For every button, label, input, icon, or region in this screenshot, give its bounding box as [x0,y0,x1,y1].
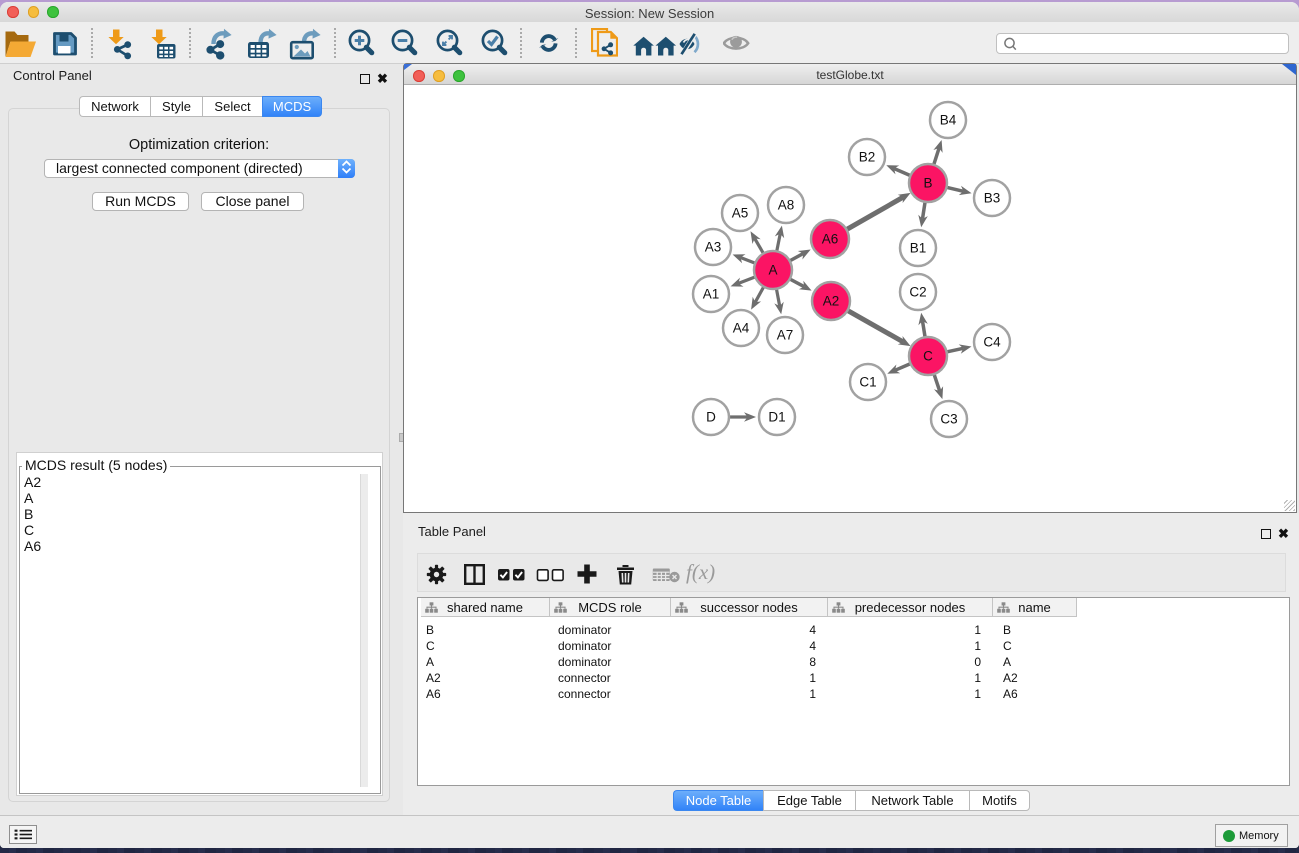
svg-text:A2: A2 [823,294,840,309]
svg-text:C: C [923,349,933,364]
svg-text:B: B [923,176,932,191]
svg-text:A6: A6 [822,232,839,247]
svg-text:C4: C4 [983,335,1001,350]
svg-text:C1: C1 [859,375,876,390]
svg-text:A: A [768,263,777,278]
svg-text:A8: A8 [778,198,795,213]
svg-text:A7: A7 [777,328,794,343]
svg-text:B4: B4 [940,113,957,128]
svg-text:B3: B3 [984,191,1001,206]
svg-text:B1: B1 [910,241,927,256]
svg-text:D1: D1 [768,410,785,425]
svg-text:D: D [706,410,716,425]
svg-text:A4: A4 [733,321,750,336]
svg-text:A3: A3 [705,240,722,255]
svg-text:C3: C3 [940,412,957,427]
svg-text:B2: B2 [859,150,876,165]
svg-text:C2: C2 [909,285,926,300]
svg-text:A1: A1 [703,287,720,302]
svg-text:A5: A5 [732,206,749,221]
